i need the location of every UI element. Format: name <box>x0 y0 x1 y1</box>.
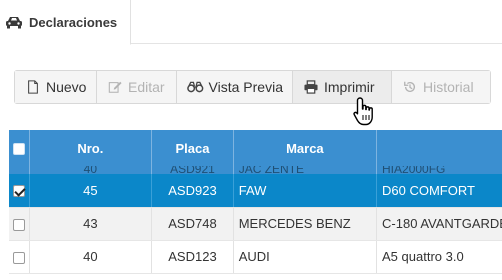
declarations-table: Nro. Placa Marca 40 ASD921 JAC ZENTE HIA… <box>9 130 502 274</box>
tab-bar: Declaraciones <box>0 0 502 45</box>
edit-button[interactable]: Editar <box>97 71 177 103</box>
print-icon <box>304 80 318 94</box>
tab-label: Declaraciones <box>29 14 118 30</box>
cell-placa: ASD921 <box>151 166 234 174</box>
history-button[interactable]: Historial <box>392 71 490 103</box>
cell-placa: ASD923 <box>151 174 234 208</box>
column-header-marca[interactable]: Marca <box>233 130 378 166</box>
history-icon <box>404 81 416 93</box>
cell-nro: 40 <box>29 240 153 274</box>
row-checkbox[interactable] <box>12 218 25 231</box>
toolbar: Nuevo Editar Vista Previa Imprimir Histo… <box>14 70 491 104</box>
cell-modelo: A5 quattro 3.0 <box>376 240 502 274</box>
edit-icon <box>108 81 122 93</box>
hand-cursor-icon <box>353 97 373 126</box>
cell-placa: ASD123 <box>151 240 234 274</box>
cell-marca: AUDI <box>233 240 378 274</box>
cell-nro: 40 <box>29 166 153 174</box>
select-all-checkbox[interactable] <box>12 143 25 156</box>
new-button-label: Nuevo <box>46 79 87 95</box>
car-icon <box>6 17 22 29</box>
edit-button-label: Editar <box>128 79 165 95</box>
history-button-label: Historial <box>423 79 474 95</box>
new-button[interactable]: Nuevo <box>15 71 97 103</box>
column-header-nro[interactable]: Nro. <box>29 130 153 166</box>
row-checkbox[interactable] <box>12 185 25 198</box>
cell-placa: ASD748 <box>151 207 234 241</box>
binoculars-icon <box>187 81 204 93</box>
table-row[interactable]: 40 ASD123 AUDI A5 quattro 3.0 <box>9 240 502 274</box>
select-all-header[interactable] <box>9 130 30 166</box>
table-row[interactable]: 45 ASD923 FAW D60 COMFORT <box>9 174 502 208</box>
print-button-label: Imprimir <box>324 79 375 95</box>
column-header-modelo[interactable] <box>376 130 502 166</box>
table-header-row: Nro. Placa Marca <box>9 130 502 166</box>
preview-button[interactable]: Vista Previa <box>177 71 293 103</box>
file-icon <box>28 80 38 94</box>
cell-modelo: HIA2000FG <box>376 166 502 174</box>
table-row-partial[interactable]: 40 ASD921 JAC ZENTE HIA2000FG <box>9 166 502 174</box>
cell-marca: MERCEDES BENZ <box>233 207 378 241</box>
table-row[interactable]: 43 ASD748 MERCEDES BENZ C-180 AVANTGARDE <box>9 207 502 241</box>
cell-marca: JAC ZENTE <box>233 166 378 174</box>
row-checkbox[interactable] <box>12 251 25 264</box>
cell-modelo: D60 COMFORT <box>376 174 502 208</box>
tab-declaraciones[interactable]: Declaraciones <box>0 0 131 45</box>
cell-marca: FAW <box>233 174 378 208</box>
cell-nro: 45 <box>29 174 153 208</box>
cell-modelo: C-180 AVANTGARDE <box>376 207 502 241</box>
column-header-placa[interactable]: Placa <box>151 130 234 166</box>
cell-nro: 43 <box>29 207 153 241</box>
preview-button-label: Vista Previa <box>208 79 283 95</box>
